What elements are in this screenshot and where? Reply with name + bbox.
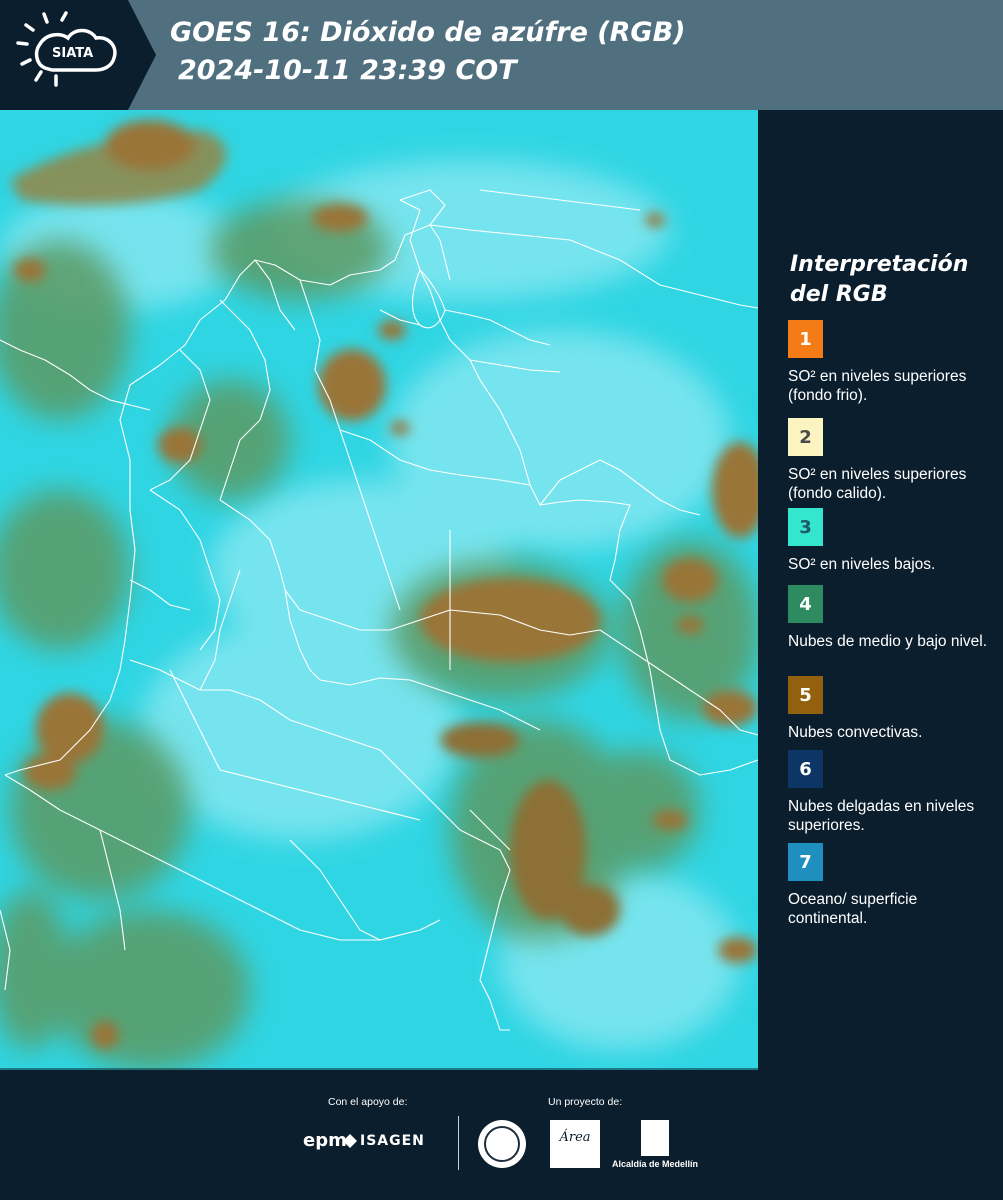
legend-text-2: SO² en niveles superiores (fondo calido)… bbox=[788, 466, 967, 501]
legend-number-3: 3 bbox=[799, 516, 812, 538]
legend-number-1: 1 bbox=[799, 328, 812, 350]
legend-panel: Interpretación del RGB 1 SO² en niveles … bbox=[758, 110, 1003, 1070]
legend-item-3: 3 SO² en niveles bajos. bbox=[788, 508, 998, 574]
legend-swatch-4: 4 bbox=[788, 585, 823, 623]
legend-swatch-3: 3 bbox=[788, 508, 823, 546]
legend-number-2: 2 bbox=[799, 426, 812, 448]
area-logo-text: Área bbox=[559, 1130, 591, 1145]
siata-logo: SIATA bbox=[0, 0, 158, 110]
legend-item-7: 7 Oceano/ superficie continental. bbox=[788, 843, 998, 928]
legend-item-4: 4 Nubes de medio y bajo nivel. bbox=[788, 585, 998, 651]
legend-swatch-2: 2 bbox=[788, 418, 823, 456]
legend-item-6: 6 Nubes delgadas en niveles superiores. bbox=[788, 750, 998, 835]
legend-number-7: 7 bbox=[799, 851, 812, 873]
siata-logo-text: SIATA bbox=[52, 46, 94, 61]
project-label: Un proyecto de: bbox=[548, 1096, 623, 1108]
legend-item-5: 5 Nubes convectivas. bbox=[788, 676, 998, 742]
seal-ring-icon bbox=[484, 1126, 520, 1162]
legend-text-6: Nubes delgadas en niveles superiores. bbox=[788, 798, 975, 834]
legend-number-6: 6 bbox=[799, 758, 812, 780]
satellite-map bbox=[0, 110, 758, 1070]
epm-logo: epm bbox=[303, 1130, 347, 1151]
legend-number-5: 5 bbox=[799, 684, 812, 706]
medellin-seal-logo bbox=[478, 1120, 526, 1168]
legend-text-4: Nubes de medio y bajo nivel. bbox=[788, 633, 988, 650]
legend-text-1: SO² en niveles superiores (fondo frio). bbox=[788, 368, 967, 404]
isagen-logo: ISAGEN bbox=[360, 1133, 425, 1149]
header-bar: SIATA GOES 16: Dióxido de azúfre (RGB) 2… bbox=[0, 0, 1003, 110]
legend-swatch-7: 7 bbox=[788, 843, 823, 881]
area-metropolitana-logo: Área bbox=[550, 1120, 600, 1168]
legend-number-4: 4 bbox=[799, 593, 812, 615]
title-timestamp: 2024-10-11 23:39 COT bbox=[178, 55, 517, 86]
legend-text-5: Nubes convectivas. bbox=[788, 724, 923, 741]
support-label: Con el apoyo de: bbox=[328, 1096, 408, 1108]
legend-text-7: Oceano/ superficie continental. bbox=[788, 891, 918, 927]
legend-swatch-1: 1 bbox=[788, 320, 823, 358]
legend-title: Interpretación del RGB bbox=[790, 252, 969, 307]
footer-divider bbox=[458, 1116, 459, 1170]
legend-swatch-5: 5 bbox=[788, 676, 823, 714]
page-title: GOES 16: Dióxido de azúfre (RGB) 2024-10… bbox=[170, 14, 686, 90]
legend-item-2: 2 SO² en niveles superiores (fondo calid… bbox=[788, 418, 998, 501]
satellite-image bbox=[0, 110, 758, 1070]
alcaldia-logo-label: Alcaldía de Medellín bbox=[612, 1159, 699, 1169]
alcaldia-crest-icon bbox=[641, 1120, 669, 1156]
footer: Con el apoyo de: Un proyecto de: epm ISA… bbox=[0, 1070, 1003, 1200]
isagen-mark-icon bbox=[343, 1134, 357, 1148]
legend-text-3: SO² en niveles bajos. bbox=[788, 556, 936, 573]
legend-item-1: 1 SO² en niveles superiores (fondo frio)… bbox=[788, 320, 998, 405]
legend-swatch-6: 6 bbox=[788, 750, 823, 788]
title-product: GOES 16: Dióxido de azúfre (RGB) bbox=[170, 17, 686, 48]
